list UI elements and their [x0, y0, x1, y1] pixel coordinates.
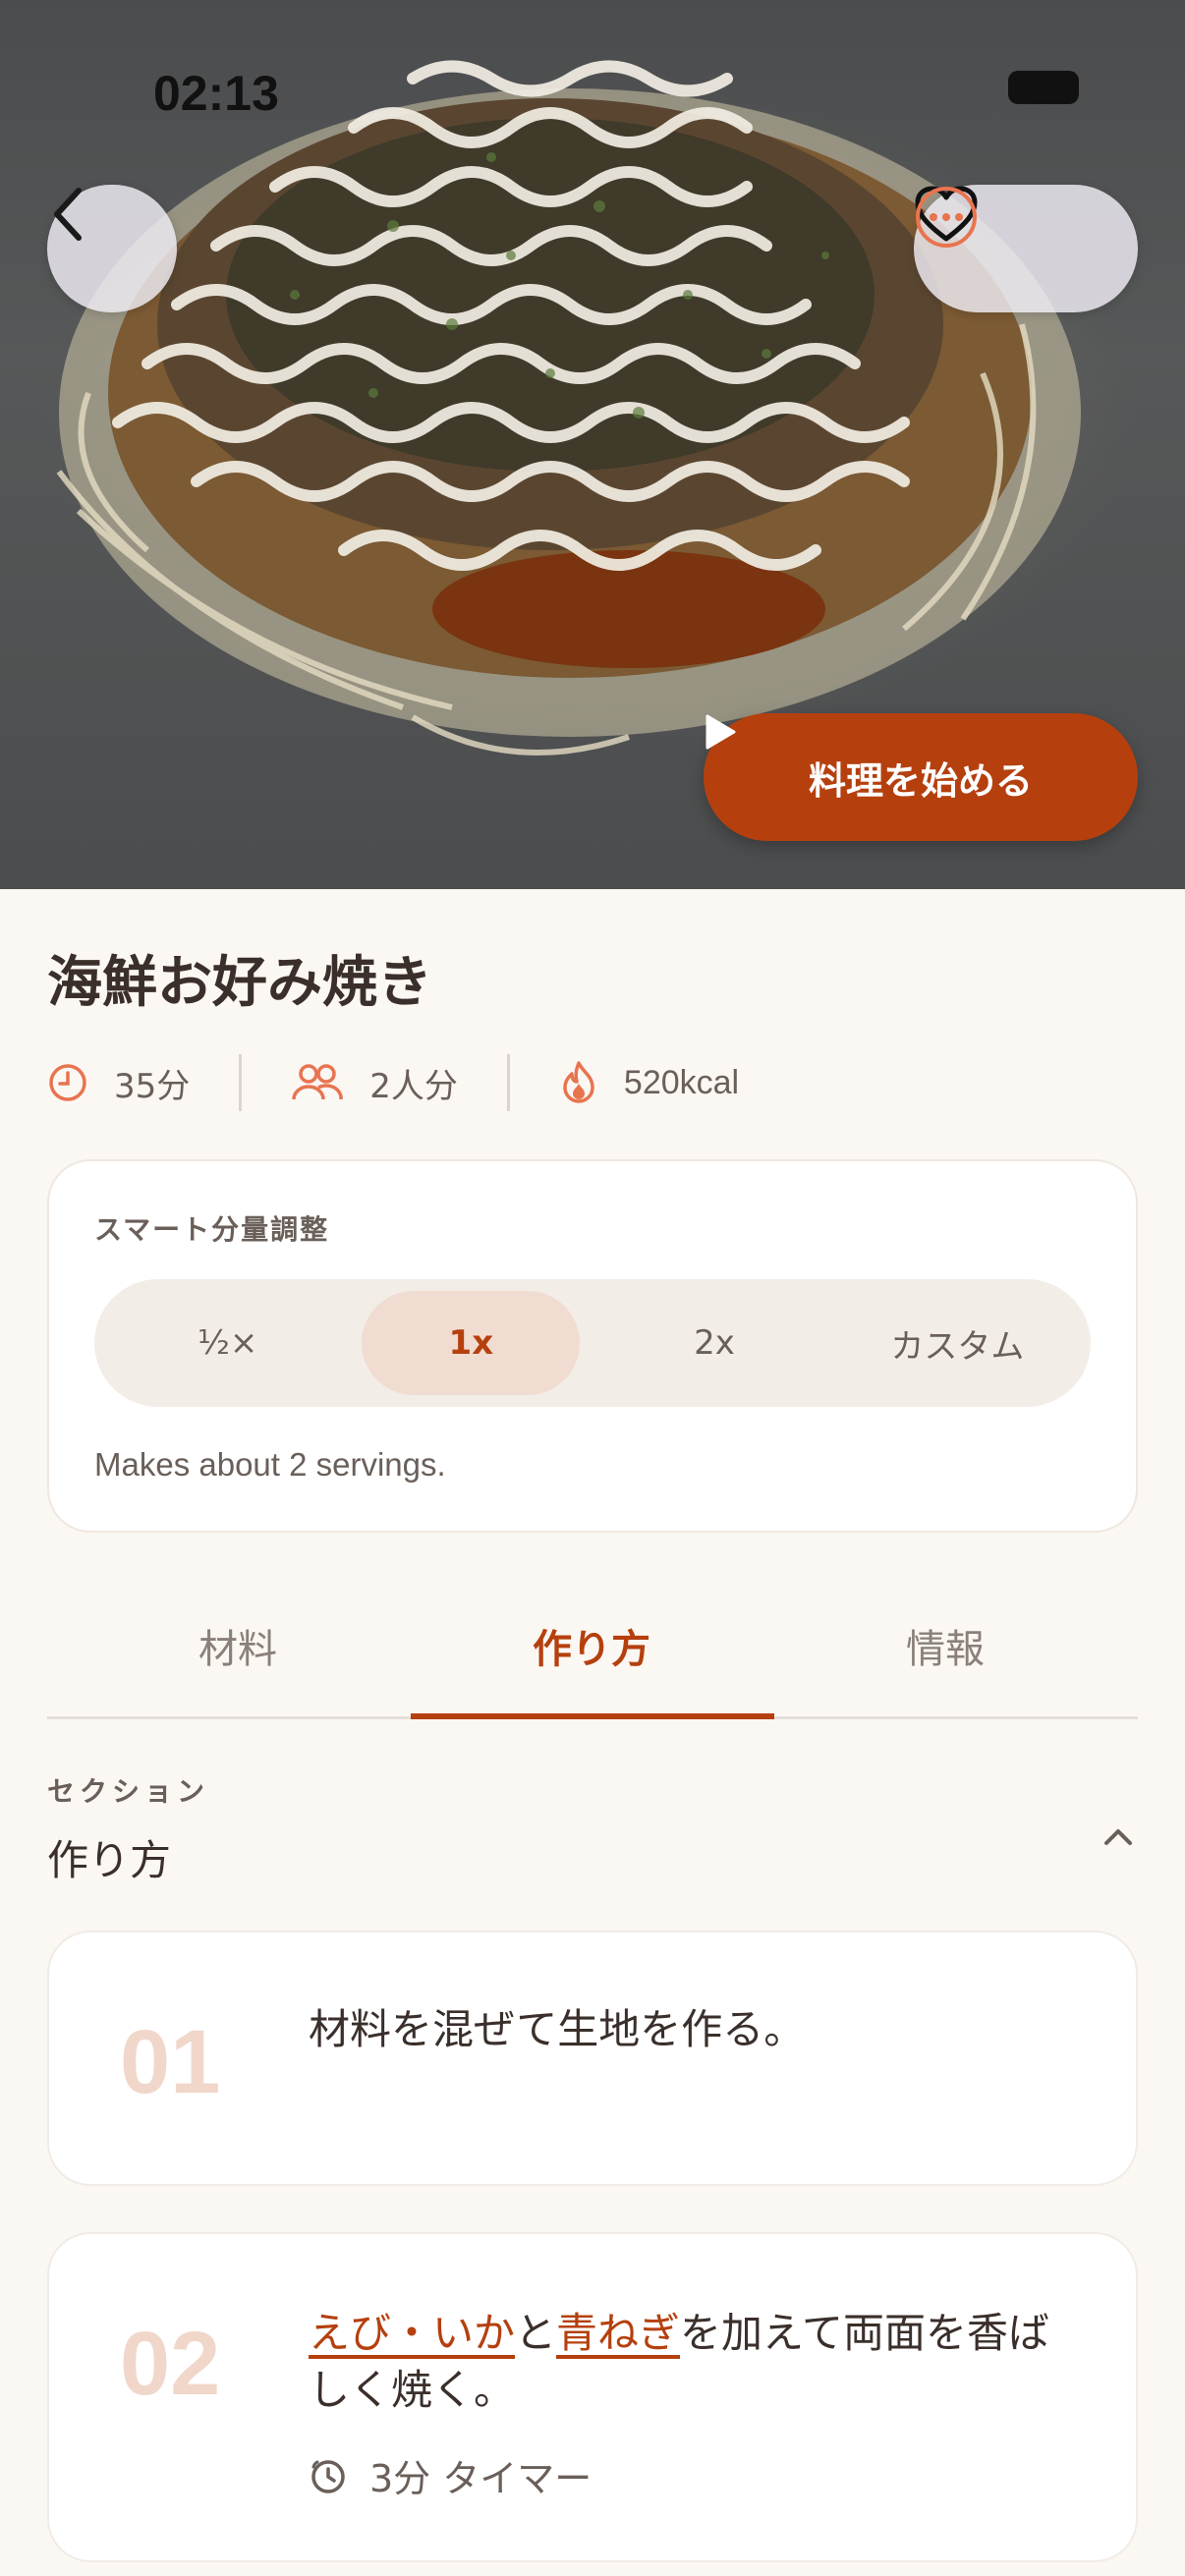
active-tab-indicator	[411, 1713, 774, 1719]
chevron-left-icon	[54, 188, 82, 241]
meta-servings-value: 2人分	[369, 1066, 458, 1106]
wifi-icon	[1010, 72, 1055, 103]
status-icons	[1008, 71, 1079, 104]
step-text: 材料を混ぜて生地を作る。	[309, 2005, 806, 2053]
back-button[interactable]	[47, 185, 177, 312]
more-button[interactable]	[916, 187, 1112, 288]
meta-time: 35分	[47, 1059, 190, 1107]
meta-time-value: 35分	[114, 1066, 191, 1106]
start-cooking-button[interactable]: 料理を始める	[704, 713, 1138, 841]
recipe-meta: 35分 2人分 520kcal	[47, 1051, 739, 1114]
section-collapse-button[interactable]	[1091, 1810, 1146, 1865]
step-card: 01 材料を混ぜて生地を作る。	[47, 1931, 1138, 2186]
more-icon	[916, 187, 977, 248]
scaler-option-half[interactable]: ½×	[106, 1291, 349, 1395]
scaler-option-1x[interactable]: 1x	[362, 1291, 581, 1395]
step-number: 01	[120, 2012, 221, 2112]
play-icon	[705, 714, 736, 750]
clock-icon	[49, 1064, 86, 1101]
tab-ingredients[interactable]: 材料	[65, 1572, 411, 1719]
step-timer-button[interactable]: 3分 タイマー	[309, 2448, 592, 2502]
timer-icon	[311, 2459, 345, 2493]
action-pill	[914, 185, 1138, 312]
step-number: 02	[120, 2314, 221, 2414]
scaler-option-custom[interactable]: カスタム	[836, 1291, 1079, 1395]
step-text: えび・いかと青ねぎを加えて両面を香ばしく焼く。	[309, 2305, 1077, 2419]
meta-servings: 2人分	[291, 1059, 458, 1107]
chevron-up-icon	[1104, 1829, 1132, 1845]
section-title: 作り方	[47, 1836, 172, 1884]
scaler-note: Makes about 2 servings.	[94, 1446, 446, 1483]
ingredient-link-green-onion[interactable]: 青ねぎ	[556, 2309, 680, 2357]
scaler-label: スマート分量調整	[94, 1213, 330, 1246]
recipe-tabs: 材料 作り方 情報	[47, 1572, 1138, 1719]
meta-calories: 520kcal	[559, 1060, 739, 1105]
tab-instructions[interactable]: 作り方	[419, 1572, 764, 1719]
scaler-option-2x[interactable]: 2x	[592, 1291, 835, 1395]
step-card: 02 えび・いかと青ねぎを加えて両面を香ばしく焼く。 3分 タイマー	[47, 2232, 1138, 2562]
recipe-title: 海鮮お好み焼き	[47, 951, 432, 1015]
meta-divider	[239, 1054, 243, 1111]
status-time: 02:13	[153, 66, 279, 121]
meta-divider	[506, 1054, 510, 1111]
scaler-segmented-control: ½× 1x 2x カスタム	[94, 1279, 1091, 1407]
section-kicker: セクション	[47, 1775, 210, 1808]
step-text-join: と	[515, 2309, 557, 2357]
start-cooking-label: 料理を始める	[808, 758, 1033, 803]
ingredient-link-seafood[interactable]: えび・いか	[309, 2309, 515, 2357]
step-timer-label: 3分 タイマー	[369, 2457, 592, 2500]
hero-photo: 02:13 料理を始める	[0, 0, 1185, 889]
flame-icon	[563, 1061, 594, 1103]
meta-calories-value: 520kcal	[623, 1063, 740, 1101]
smart-scaler-card: スマート分量調整 ½× 1x 2x カスタム Makes about 2 ser…	[47, 1159, 1138, 1533]
tab-info[interactable]: 情報	[772, 1572, 1118, 1719]
people-icon	[292, 1064, 344, 1100]
status-bar: 02:13	[0, 0, 1185, 187]
